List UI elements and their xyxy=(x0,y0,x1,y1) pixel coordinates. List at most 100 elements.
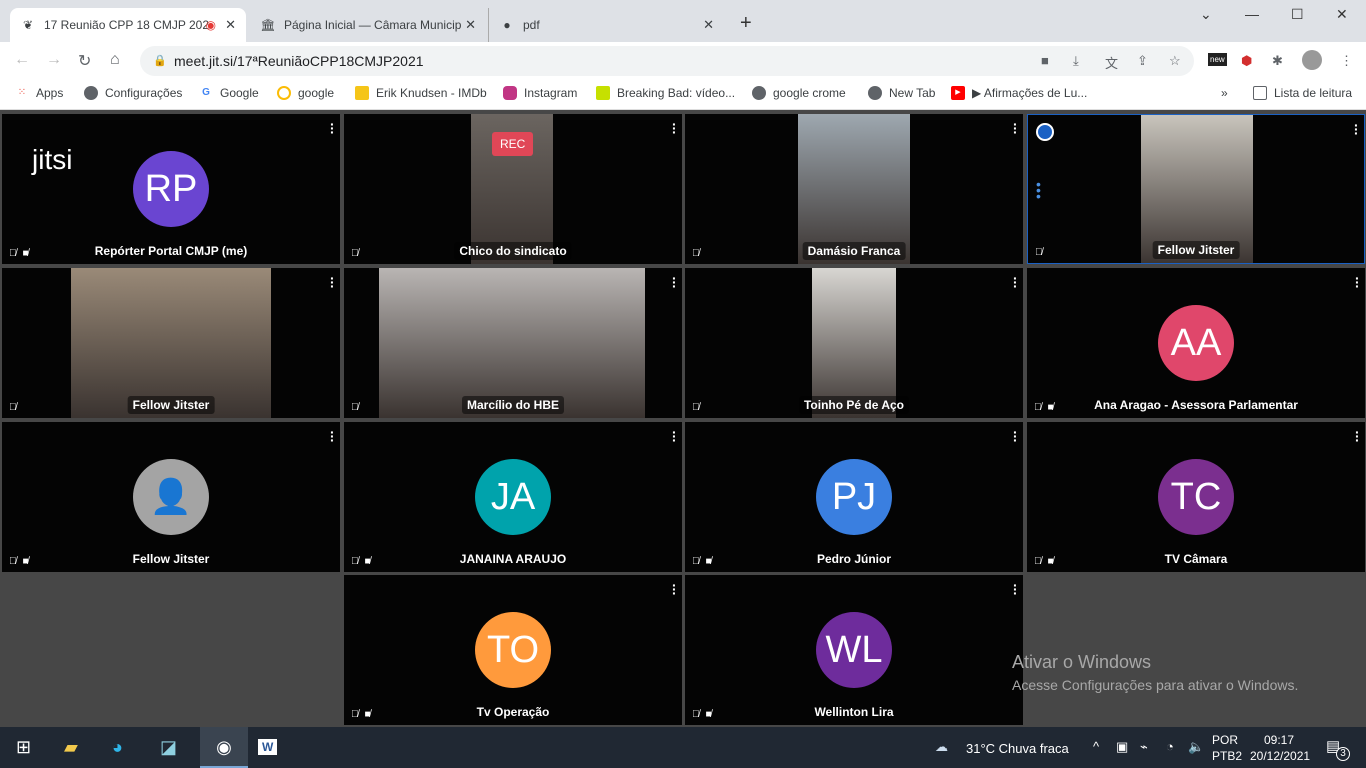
participant-tile[interactable]: REC · · · 🎙̸ Chico do sindicato xyxy=(344,114,682,264)
tab-search-icon[interactable]: ⌄ xyxy=(1200,6,1212,23)
participant-tile[interactable]: AA · · · 🎙̸ ■̸ Ana Aragao - Asessora Parlament… xyxy=(1027,268,1365,418)
bookmark-label: Instagram xyxy=(524,86,578,100)
participant-tile[interactable]: · · · 🎙̸ Toinho Pé de Aço xyxy=(685,268,1023,418)
bookmark-new-tab[interactable]: New Tab xyxy=(868,86,935,100)
chrome-ring-icon xyxy=(277,86,291,100)
menu-icon[interactable]: ⋮ xyxy=(1340,53,1353,69)
power-icon[interactable]: ⌁ xyxy=(1140,739,1148,755)
tile-menu-icon[interactable]: · · · xyxy=(330,425,335,447)
language-indicator[interactable]: POR xyxy=(1212,733,1238,747)
participant-tile[interactable]: TO · · · 🎙̸ ■̸ Tv Operação xyxy=(344,575,682,725)
forward-icon[interactable]: → xyxy=(46,51,62,69)
participant-tile[interactable]: WL · · · 🎙̸ ■̸ Wellinton Lira xyxy=(685,575,1023,725)
minimize-button[interactable]: — xyxy=(1245,6,1259,22)
bookmark-instagram[interactable]: Instagram xyxy=(503,86,577,100)
avatar: TO xyxy=(475,612,551,688)
camera-off-icon: ■̸ xyxy=(1047,402,1054,413)
tile-menu-icon[interactable]: · · · xyxy=(1355,271,1360,293)
tile-menu-icon[interactable]: · · · xyxy=(1355,425,1360,447)
status-icons: 🎙̸ xyxy=(692,402,700,413)
bookmark-label: google xyxy=(298,86,335,100)
weather-text[interactable]: 31°C Chuva fraca xyxy=(966,741,1069,756)
lock-icon: 🔒 xyxy=(153,55,167,67)
profile-avatar[interactable] xyxy=(1302,50,1322,70)
tile-menu-icon[interactable]: · · · xyxy=(330,271,335,293)
bookmark-google2[interactable]: google xyxy=(277,86,334,100)
mic-muted-icon: 🎙̸ xyxy=(9,402,17,413)
participant-tile[interactable]: PJ · · · 🎙̸ ■̸ Pedro Júnior xyxy=(685,422,1023,572)
avatar: PJ xyxy=(816,459,892,535)
bookmark-youtube[interactable]: ▶ ▶ Afirmações de Lu... xyxy=(951,86,1087,100)
close-tab-icon[interactable]: ✕ xyxy=(703,17,714,33)
close-tab-icon[interactable]: ✕ xyxy=(225,17,236,33)
tile-menu-icon[interactable]: · · · xyxy=(672,578,677,600)
edge-icon[interactable]: ◕ xyxy=(112,737,123,758)
extensions-icon[interactable]: ✱ xyxy=(1272,53,1283,69)
clock-date[interactable]: 20/12/2021 xyxy=(1250,749,1310,763)
participant-tile[interactable]: TC · · · 🎙̸ ■̸ TV Câmara xyxy=(1027,422,1365,572)
home-icon[interactable]: ⌂ xyxy=(110,51,120,69)
tile-menu-icon[interactable]: · · · xyxy=(1013,117,1018,139)
tile-menu-icon[interactable]: · · · xyxy=(672,117,677,139)
bookmark-star-icon[interactable]: ☆ xyxy=(1169,53,1181,69)
file-explorer-icon[interactable]: ▰ xyxy=(64,737,78,758)
tile-menu-icon[interactable]: · · · xyxy=(672,425,677,447)
tile-menu-icon[interactable]: · · · xyxy=(1013,425,1018,447)
participant-tile[interactable]: · · · 🎙̸ Fellow Jitster xyxy=(2,268,340,418)
new-tab-button[interactable]: + xyxy=(740,12,752,35)
extension-new-icon[interactable]: new xyxy=(1208,53,1227,66)
adblock-icon[interactable]: ⬢ xyxy=(1241,53,1252,69)
participant-tile[interactable]: 👤 · · · 🎙̸ ■̸ Fellow Jitster xyxy=(2,422,340,572)
bookmark-google-crome[interactable]: google crome xyxy=(752,86,846,100)
windows-start-icon[interactable]: ⊞ xyxy=(16,737,31,758)
weather-icon[interactable]: ☁ xyxy=(935,739,948,755)
tray-overflow-icon[interactable]: ^ xyxy=(1093,739,1099,754)
mic-muted-icon: 🎙̸ xyxy=(351,402,359,413)
bookmark-label: Google xyxy=(220,86,259,100)
participant-tile[interactable]: RP jitsi · · · 🎙̸ ■̸ Repórter Portal CMJP (me) xyxy=(2,114,340,264)
address-bar[interactable]: 🔒 meet.jit.si/17ªReuniãoCPP18CMJP2021 xyxy=(140,46,1194,76)
chrome-taskbar-icon[interactable]: ◉ xyxy=(200,727,248,768)
tab-camara[interactable]: 🏛 Página Inicial — Câmara Municip ✕ xyxy=(250,8,486,42)
back-icon[interactable]: ← xyxy=(14,51,30,69)
install-icon[interactable]: ⤓ xyxy=(1073,53,1079,69)
tile-menu-icon[interactable]: · · · xyxy=(330,117,335,139)
camera-off-icon: ■̸ xyxy=(1047,556,1054,567)
bookmark-imdb[interactable]: Erik Knudsen - IMDb xyxy=(355,86,487,100)
clock-time[interactable]: 09:17 xyxy=(1264,733,1294,747)
reading-list[interactable]: Lista de leitura xyxy=(1253,86,1352,100)
bookmark-breaking-bad[interactable]: Breaking Bad: vídeo... xyxy=(596,86,735,100)
more-bookmarks-icon[interactable]: » xyxy=(1221,86,1228,100)
tile-menu-icon[interactable]: · · · xyxy=(672,271,677,293)
word-icon[interactable]: W xyxy=(258,739,278,755)
tab-pdf[interactable]: ● pdf ✕ xyxy=(488,8,724,42)
volume-icon[interactable]: 🔈 xyxy=(1188,739,1204,755)
bookmark-configuracoes[interactable]: Configurações xyxy=(84,86,182,100)
tab-jitsi[interactable]: ❦ 17 Reunião CPP 18 CMJP 202 ◉ ✕ xyxy=(10,8,246,42)
wifi-icon[interactable]: ◔ xyxy=(1166,739,1174,754)
mic-muted-icon: 🎙̸ xyxy=(351,709,359,720)
participant-tile[interactable]: · · · 🎙̸ Marcílio do HBE xyxy=(344,268,682,418)
camera-icon[interactable]: ■ xyxy=(1041,53,1049,68)
drag-handle[interactable]: • • • xyxy=(1036,177,1041,203)
close-window-button[interactable]: ✕ xyxy=(1336,6,1348,23)
participant-tile[interactable]: · · · 🎙̸ Damásio Franca xyxy=(685,114,1023,264)
reload-icon[interactable]: ↻ xyxy=(78,51,91,71)
close-tab-icon[interactable]: ✕ xyxy=(465,17,476,33)
keyboard-layout[interactable]: PTB2 xyxy=(1212,749,1242,763)
tile-menu-icon[interactable]: · · · xyxy=(1013,578,1018,600)
status-icons: 🎙̸ xyxy=(9,402,17,413)
reading-list-label: Lista de leitura xyxy=(1274,86,1353,100)
app-icon[interactable]: ◪ xyxy=(160,737,177,758)
share-icon[interactable]: ⇪ xyxy=(1137,53,1148,69)
tile-menu-icon[interactable]: · · · xyxy=(1354,118,1359,140)
participant-tile[interactable]: JA · · · 🎙̸ ■̸ JANAINA ARAUJO xyxy=(344,422,682,572)
meet-now-icon[interactable]: ▣ xyxy=(1116,739,1128,755)
tile-menu-icon[interactable]: · · · xyxy=(1013,271,1018,293)
participant-tile[interactable]: • • • · · · 🎙̸ Fellow Jitster xyxy=(1027,114,1365,264)
translate-icon[interactable]: 文 xyxy=(1105,53,1118,72)
mic-muted-icon: 🎙̸ xyxy=(9,248,17,259)
bookmark-apps[interactable]: ⁙ Apps xyxy=(15,86,64,100)
bookmark-google[interactable]: G Google xyxy=(199,86,259,100)
maximize-button[interactable]: ☐ xyxy=(1291,6,1304,23)
